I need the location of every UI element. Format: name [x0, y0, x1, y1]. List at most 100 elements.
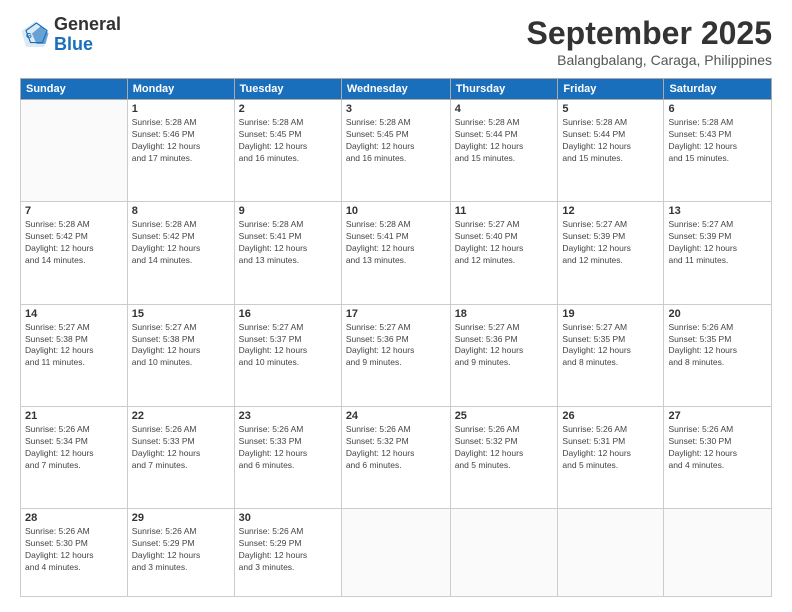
- logo-general: General: [54, 14, 121, 34]
- day-number: 3: [346, 103, 446, 115]
- day-number: 15: [132, 308, 230, 320]
- day-info: Sunrise: 5:27 AM Sunset: 5:39 PM Dayligh…: [562, 219, 659, 267]
- logo-icon: G: [20, 20, 50, 50]
- day-info: Sunrise: 5:27 AM Sunset: 5:36 PM Dayligh…: [455, 322, 554, 370]
- day-cell: 11Sunrise: 5:27 AM Sunset: 5:40 PM Dayli…: [450, 202, 558, 304]
- day-cell: 12 Sunrise: 5:27 AM Sunset: 5:39 PM Dayli…: [558, 202, 664, 304]
- day-number: 25: [455, 410, 554, 422]
- day-number: 13: [668, 205, 767, 217]
- day-cell: 21Sunrise: 5:26 AM Sunset: 5:34 PM Dayli…: [21, 406, 128, 508]
- day-number: 27: [668, 410, 767, 422]
- day-cell: 18 Sunrise: 5:27 AM Sunset: 5:36 PM Dayli…: [450, 304, 558, 406]
- day-number: 1: [132, 103, 230, 115]
- day-info: Sunrise: 5:28 AM Sunset: 5:44 PM Dayligh…: [562, 117, 659, 165]
- day-cell: 27 Sunrise: 5:26 AM Sunset: 5:30 PM Dayli…: [664, 406, 772, 508]
- title-block: September 2025 Balangbalang, Caraga, Phi…: [527, 15, 772, 68]
- day-cell: 17 Sunrise: 5:27 AM Sunset: 5:36 PM Dayli…: [341, 304, 450, 406]
- day-number: 17: [346, 308, 446, 320]
- day-number: 18: [455, 308, 554, 320]
- day-info: Sunrise: 5:27 AM Sunset: 5:39 PM Dayligh…: [668, 219, 767, 267]
- day-info: Sunrise: 5:28 AM Sunset: 5:44 PM Dayligh…: [455, 117, 554, 165]
- day-number: 20: [668, 308, 767, 320]
- day-number: 2: [239, 103, 337, 115]
- day-cell: 22Sunrise: 5:26 AM Sunset: 5:33 PM Dayli…: [127, 406, 234, 508]
- day-number: 30: [239, 512, 337, 524]
- calendar: SundayMondayTuesdayWednesdayThursdayFrid…: [20, 78, 772, 597]
- day-info: Sunrise: 5:26 AM Sunset: 5:35 PM Dayligh…: [668, 322, 767, 370]
- day-cell: [558, 509, 664, 597]
- day-info: Sunrise: 5:26 AM Sunset: 5:34 PM Dayligh…: [25, 424, 123, 472]
- day-info: Sunrise: 5:26 AM Sunset: 5:32 PM Dayligh…: [346, 424, 446, 472]
- month-title: September 2025: [527, 15, 772, 52]
- header: G General Blue September 2025 Balangbala…: [20, 15, 772, 68]
- day-info: Sunrise: 5:26 AM Sunset: 5:33 PM Dayligh…: [239, 424, 337, 472]
- logo-text: General Blue: [54, 15, 121, 55]
- day-cell: 20 Sunrise: 5:26 AM Sunset: 5:35 PM Dayli…: [664, 304, 772, 406]
- day-info: Sunrise: 5:28 AM Sunset: 5:42 PM Dayligh…: [25, 219, 123, 267]
- page: G General Blue September 2025 Balangbala…: [0, 0, 792, 612]
- week-row-5: 28Sunrise: 5:26 AM Sunset: 5:30 PM Dayli…: [21, 509, 772, 597]
- day-info: Sunrise: 5:27 AM Sunset: 5:37 PM Dayligh…: [239, 322, 337, 370]
- day-number: 24: [346, 410, 446, 422]
- week-row-1: 1 Sunrise: 5:28 AM Sunset: 5:46 PM Daylig…: [21, 100, 772, 202]
- day-number: 7: [25, 205, 123, 217]
- day-number: 8: [132, 205, 230, 217]
- day-cell: 28Sunrise: 5:26 AM Sunset: 5:30 PM Dayli…: [21, 509, 128, 597]
- day-number: 4: [455, 103, 554, 115]
- day-cell: 9 Sunrise: 5:28 AM Sunset: 5:41 PM Daylig…: [234, 202, 341, 304]
- week-row-4: 21Sunrise: 5:26 AM Sunset: 5:34 PM Dayli…: [21, 406, 772, 508]
- day-cell: 15 Sunrise: 5:27 AM Sunset: 5:38 PM Dayli…: [127, 304, 234, 406]
- day-info: Sunrise: 5:26 AM Sunset: 5:31 PM Dayligh…: [562, 424, 659, 472]
- weekday-tuesday: Tuesday: [234, 79, 341, 100]
- day-number: 19: [562, 308, 659, 320]
- day-cell: 23 Sunrise: 5:26 AM Sunset: 5:33 PM Dayli…: [234, 406, 341, 508]
- day-info: Sunrise: 5:26 AM Sunset: 5:30 PM Dayligh…: [668, 424, 767, 472]
- day-info: Sunrise: 5:26 AM Sunset: 5:30 PM Dayligh…: [25, 526, 123, 574]
- day-cell: 10Sunrise: 5:28 AM Sunset: 5:41 PM Dayli…: [341, 202, 450, 304]
- day-number: 5: [562, 103, 659, 115]
- day-cell: [450, 509, 558, 597]
- day-info: Sunrise: 5:27 AM Sunset: 5:38 PM Dayligh…: [25, 322, 123, 370]
- week-row-3: 14 Sunrise: 5:27 AM Sunset: 5:38 PM Dayli…: [21, 304, 772, 406]
- day-cell: 14 Sunrise: 5:27 AM Sunset: 5:38 PM Dayli…: [21, 304, 128, 406]
- day-number: 12: [562, 205, 659, 217]
- weekday-saturday: Saturday: [664, 79, 772, 100]
- day-cell: 13 Sunrise: 5:27 AM Sunset: 5:39 PM Dayli…: [664, 202, 772, 304]
- day-info: Sunrise: 5:28 AM Sunset: 5:46 PM Dayligh…: [132, 117, 230, 165]
- day-number: 14: [25, 308, 123, 320]
- day-cell: 5 Sunrise: 5:28 AM Sunset: 5:44 PM Daylig…: [558, 100, 664, 202]
- day-cell: 25 Sunrise: 5:26 AM Sunset: 5:32 PM Dayli…: [450, 406, 558, 508]
- logo-blue: Blue: [54, 34, 93, 54]
- svg-text:G: G: [26, 31, 32, 40]
- day-cell: [664, 509, 772, 597]
- day-info: Sunrise: 5:26 AM Sunset: 5:33 PM Dayligh…: [132, 424, 230, 472]
- day-info: Sunrise: 5:28 AM Sunset: 5:43 PM Dayligh…: [668, 117, 767, 165]
- day-info: Sunrise: 5:27 AM Sunset: 5:38 PM Dayligh…: [132, 322, 230, 370]
- day-number: 10: [346, 205, 446, 217]
- day-cell: 6Sunrise: 5:28 AM Sunset: 5:43 PM Daylig…: [664, 100, 772, 202]
- weekday-monday: Monday: [127, 79, 234, 100]
- day-number: 26: [562, 410, 659, 422]
- day-info: Sunrise: 5:26 AM Sunset: 5:32 PM Dayligh…: [455, 424, 554, 472]
- location: Balangbalang, Caraga, Philippines: [527, 52, 772, 68]
- day-cell: 4 Sunrise: 5:28 AM Sunset: 5:44 PM Daylig…: [450, 100, 558, 202]
- logo: G General Blue: [20, 15, 121, 55]
- day-number: 11: [455, 205, 554, 217]
- day-cell: 19 Sunrise: 5:27 AM Sunset: 5:35 PM Dayli…: [558, 304, 664, 406]
- weekday-header-row: SundayMondayTuesdayWednesdayThursdayFrid…: [21, 79, 772, 100]
- day-cell: 7 Sunrise: 5:28 AM Sunset: 5:42 PM Daylig…: [21, 202, 128, 304]
- day-number: 23: [239, 410, 337, 422]
- day-info: Sunrise: 5:27 AM Sunset: 5:36 PM Dayligh…: [346, 322, 446, 370]
- day-info: Sunrise: 5:27 AM Sunset: 5:35 PM Dayligh…: [562, 322, 659, 370]
- day-cell: 1 Sunrise: 5:28 AM Sunset: 5:46 PM Daylig…: [127, 100, 234, 202]
- day-info: Sunrise: 5:26 AM Sunset: 5:29 PM Dayligh…: [132, 526, 230, 574]
- day-cell: 3 Sunrise: 5:28 AM Sunset: 5:45 PM Daylig…: [341, 100, 450, 202]
- day-info: Sunrise: 5:28 AM Sunset: 5:41 PM Dayligh…: [239, 219, 337, 267]
- day-number: 9: [239, 205, 337, 217]
- day-info: Sunrise: 5:28 AM Sunset: 5:45 PM Dayligh…: [346, 117, 446, 165]
- weekday-friday: Friday: [558, 79, 664, 100]
- day-info: Sunrise: 5:26 AM Sunset: 5:29 PM Dayligh…: [239, 526, 337, 574]
- day-info: Sunrise: 5:28 AM Sunset: 5:42 PM Dayligh…: [132, 219, 230, 267]
- day-cell: 2Sunrise: 5:28 AM Sunset: 5:45 PM Daylig…: [234, 100, 341, 202]
- day-cell: 16Sunrise: 5:27 AM Sunset: 5:37 PM Dayli…: [234, 304, 341, 406]
